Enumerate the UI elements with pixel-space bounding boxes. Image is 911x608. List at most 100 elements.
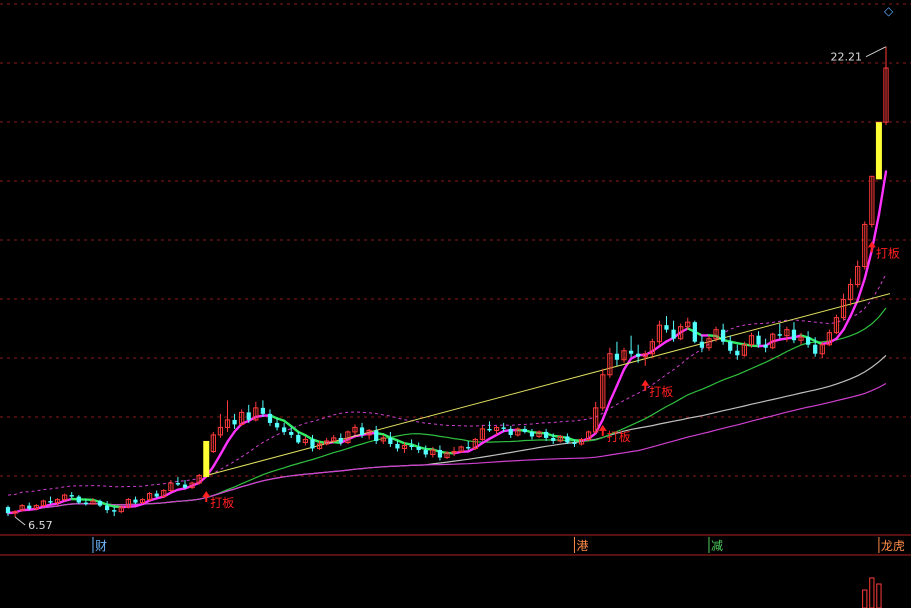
candle-body-down — [636, 353, 641, 357]
candle-body-down — [756, 335, 761, 345]
candle-body-down — [735, 350, 740, 356]
candle-body-down — [791, 329, 797, 341]
ma5-segment — [226, 430, 236, 444]
candle-body-down — [565, 436, 570, 443]
candle-body-down — [614, 353, 620, 360]
candle-body-down — [664, 325, 669, 330]
candle-body-down — [133, 499, 138, 503]
event-marker-label: 龙虎 — [881, 539, 905, 553]
candle-body-down — [529, 431, 535, 437]
high-price-label: 22.21 — [831, 51, 863, 64]
candle-body-down — [423, 449, 428, 455]
trend-line — [206, 293, 891, 477]
candle-body-down — [27, 505, 32, 509]
ma5-segment — [651, 345, 661, 353]
ma5-segment — [162, 491, 173, 498]
ma5-segment — [679, 327, 689, 334]
candle-body-down — [97, 501, 103, 506]
low-pointer — [14, 516, 26, 526]
candle-body-down — [310, 439, 315, 449]
event-marker-label: 港 — [576, 539, 588, 553]
candle-body-down — [508, 428, 513, 435]
candle-body-down — [544, 431, 549, 438]
candle-body-down — [105, 505, 110, 511]
candle-body-down — [182, 484, 188, 488]
ma5-segment — [835, 328, 845, 340]
candle-body-down — [154, 493, 159, 497]
ma5-segment — [601, 400, 612, 421]
candle-body-down — [572, 442, 577, 444]
candle-body-down — [388, 437, 393, 444]
signal-label: 打板 — [607, 430, 631, 444]
ma30-line — [7, 307, 887, 514]
candle-body-down — [260, 407, 266, 414]
diamond-icon[interactable]: ◇ — [884, 4, 893, 18]
candle-body-down — [246, 412, 251, 420]
candle-body-down — [628, 350, 634, 354]
signal-label: 打板 — [210, 496, 234, 510]
ma5-segment — [282, 419, 293, 428]
candle-body-down — [48, 501, 53, 503]
volume-bar — [862, 589, 868, 608]
volume-bar — [876, 583, 882, 608]
candle-body-down — [522, 428, 528, 432]
breakout-highlight — [203, 440, 210, 478]
candle-body-down — [763, 344, 768, 348]
high-pointer — [865, 46, 887, 58]
event-marker-label: 财 — [95, 539, 107, 553]
ma5-segment — [608, 384, 619, 403]
candle-body-down — [487, 428, 492, 431]
candle-body-down — [813, 344, 818, 354]
candle-body-down — [175, 483, 181, 485]
ma5-segment — [594, 418, 604, 435]
candle-body-down — [437, 449, 443, 458]
ma90-line — [7, 382, 887, 514]
candle-body-down — [232, 419, 237, 425]
ma5-segment — [587, 431, 597, 441]
up-arrow-icon — [867, 241, 876, 253]
ma5-segment — [212, 453, 222, 468]
ma5-segment — [828, 337, 838, 344]
price-annotations: 6.57 22.21 — [14, 46, 887, 532]
low-price-label: 6.57 — [28, 519, 52, 532]
candle-body-down — [289, 431, 294, 435]
candle-body-down — [296, 434, 301, 443]
candle-body-down — [466, 446, 471, 449]
ma60-line — [7, 354, 887, 514]
ma5-segment — [304, 434, 314, 441]
candle-body-down — [69, 495, 74, 497]
ma5-segment — [495, 429, 505, 437]
candle-body-down — [5, 507, 11, 514]
candle-body-down — [274, 422, 280, 428]
candle-body-down — [112, 510, 117, 512]
candle-body-down — [721, 329, 726, 342]
candle-body-down — [416, 446, 421, 450]
ma5-segment — [233, 422, 243, 433]
ma5-segment — [488, 433, 498, 441]
candle-body-down — [282, 427, 287, 432]
event-bar: 财 港 减 龙虎 — [92, 537, 905, 553]
signal-label: 打板 — [649, 385, 673, 399]
signal-label: 打板 — [876, 246, 900, 260]
candle-body-down — [359, 427, 365, 435]
trend-line — [206, 293, 891, 477]
event-marker-label: 减 — [711, 539, 723, 553]
candle-body-down — [83, 502, 89, 505]
kline-chart: 打板打板打板打板 6.5722.21 财港减龙虎 — [0, 3, 911, 608]
price-grid — [0, 3, 911, 556]
candle-body-down — [699, 341, 705, 348]
candle-body-down — [76, 496, 81, 503]
ma5-segment — [863, 249, 874, 280]
moving-averages — [6, 170, 888, 515]
ma5-segment — [219, 440, 229, 456]
candle-body-down — [501, 427, 506, 429]
candle-body-down — [805, 337, 811, 345]
breakout-highlight — [875, 122, 882, 180]
volume-panel — [862, 577, 882, 608]
volume-bar — [869, 577, 875, 608]
candle-body-down — [777, 334, 782, 336]
candles — [5, 46, 889, 518]
candle-body-down — [671, 329, 676, 339]
ma5-segment — [615, 368, 626, 387]
ma5-segment — [856, 277, 866, 302]
